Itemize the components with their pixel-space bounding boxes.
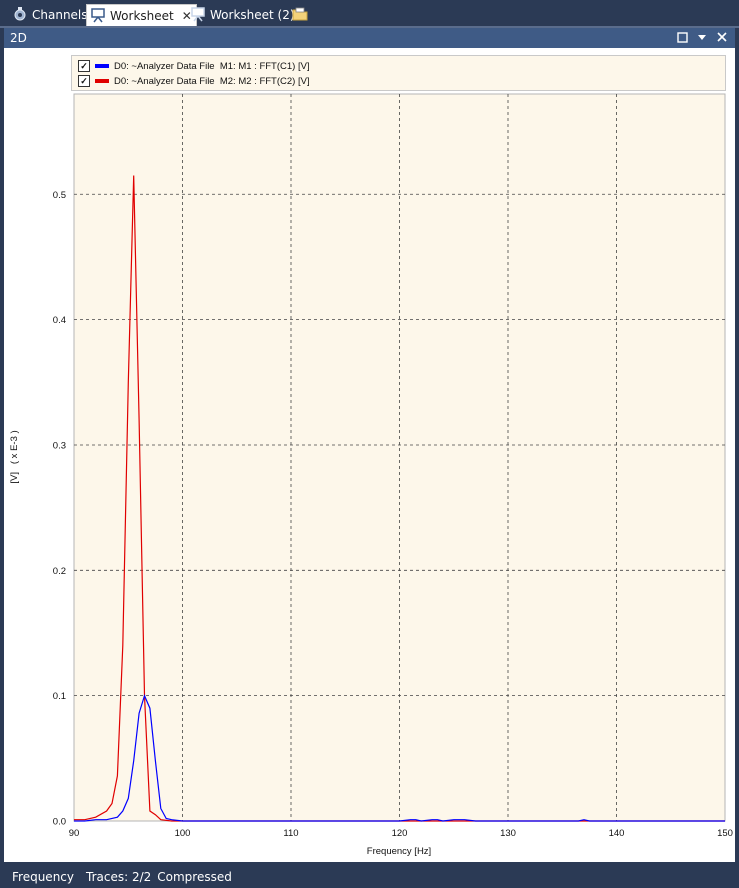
- worksheet-icon: [190, 6, 206, 25]
- status-compression: Compressed: [157, 870, 232, 884]
- legend-checkbox-m1[interactable]: ✓: [78, 60, 90, 72]
- worksheet-icon: [90, 7, 106, 26]
- plot-panel: [4, 48, 735, 862]
- tab-worksheet-2-label: Worksheet (2): [210, 8, 295, 22]
- new-worksheet-button[interactable]: [292, 4, 312, 26]
- channels-icon: [12, 6, 28, 25]
- folder-icon: [292, 7, 308, 24]
- status-bar: Frequency Traces: 2/2 Compressed: [0, 866, 739, 888]
- panel-header: 2D: [4, 28, 735, 48]
- status-mode: Frequency: [12, 870, 74, 884]
- maximize-icon[interactable]: [675, 30, 689, 44]
- legend-checkbox-m2[interactable]: ✓: [78, 75, 90, 87]
- tab-channels[interactable]: Channels: [12, 4, 88, 26]
- tab-worksheet[interactable]: Worksheet ✕: [86, 4, 197, 27]
- legend-swatch: [95, 79, 109, 83]
- chart-legend: ✓ D0: ~Analyzer Data File M1: M1 : FFT(C…: [71, 55, 726, 91]
- legend-swatch: [95, 64, 109, 68]
- chevron-down-icon[interactable]: [695, 30, 709, 44]
- legend-label-m1: D0: ~Analyzer Data File M1: M1 : FFT(C1)…: [114, 60, 310, 72]
- legend-item: ✓ D0: ~Analyzer Data File M2: M2 : FFT(C…: [78, 74, 310, 88]
- tab-worksheet-2[interactable]: Worksheet (2): [190, 4, 295, 26]
- tab-channels-label: Channels: [32, 8, 88, 22]
- close-icon[interactable]: [715, 30, 729, 44]
- panel-title: 2D: [10, 31, 27, 45]
- document-tab-strip: Channels Worksheet ✕ Worksheet (2): [0, 0, 739, 27]
- legend-label-m2: D0: ~Analyzer Data File M2: M2 : FFT(C2)…: [114, 75, 310, 87]
- status-traces: Traces: 2/2: [86, 870, 152, 884]
- legend-item: ✓ D0: ~Analyzer Data File M1: M1 : FFT(C…: [78, 59, 310, 73]
- tab-worksheet-label: Worksheet: [110, 9, 174, 23]
